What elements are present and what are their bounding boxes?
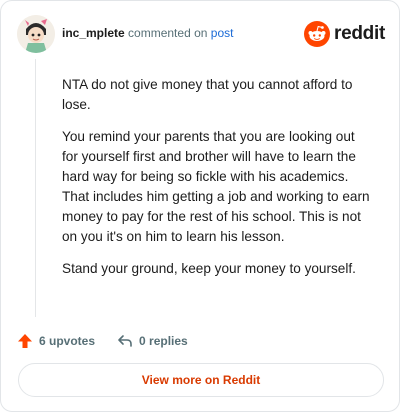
comment-header: inc_mplete commented on post reddit — [17, 15, 385, 53]
view-more-on-reddit-button[interactable]: View more on Reddit — [18, 363, 384, 397]
comment-embed-card: inc_mplete commented on post reddit NTA … — [0, 0, 400, 412]
commented-on-text: commented on — [128, 26, 208, 40]
comment-actions: 6 upvotes 0 replies — [17, 331, 188, 351]
user-avatar[interactable] — [17, 15, 55, 53]
upvote-count: 6 upvotes — [39, 334, 96, 348]
reddit-logo-icon — [304, 21, 331, 47]
comment-paragraph: NTA do not give money that you cannot af… — [62, 77, 353, 112]
replies-button[interactable]: 0 replies — [117, 333, 188, 349]
comment-paragraph: Stand your ground, keep your money to yo… — [62, 261, 356, 276]
comment-paragraph: You remind your parents that you are loo… — [62, 129, 370, 244]
reply-arrow-icon — [118, 335, 132, 347]
comment-body: NTA do not give money that you cannot af… — [62, 75, 372, 291]
thread-line — [35, 59, 36, 317]
reddit-brand-link[interactable]: reddit — [304, 20, 385, 48]
username-link[interactable]: inc_mplete — [62, 26, 125, 40]
reply-count: 0 replies — [139, 334, 188, 348]
upvote-button[interactable]: 6 upvotes — [17, 333, 95, 349]
avatar-illustration-icon — [17, 15, 55, 53]
reddit-wordmark: reddit — [334, 23, 385, 44]
comment-meta: inc_mplete commented on post — [62, 26, 233, 40]
upvote-arrow-icon — [18, 334, 32, 348]
post-link[interactable]: post — [211, 26, 234, 40]
